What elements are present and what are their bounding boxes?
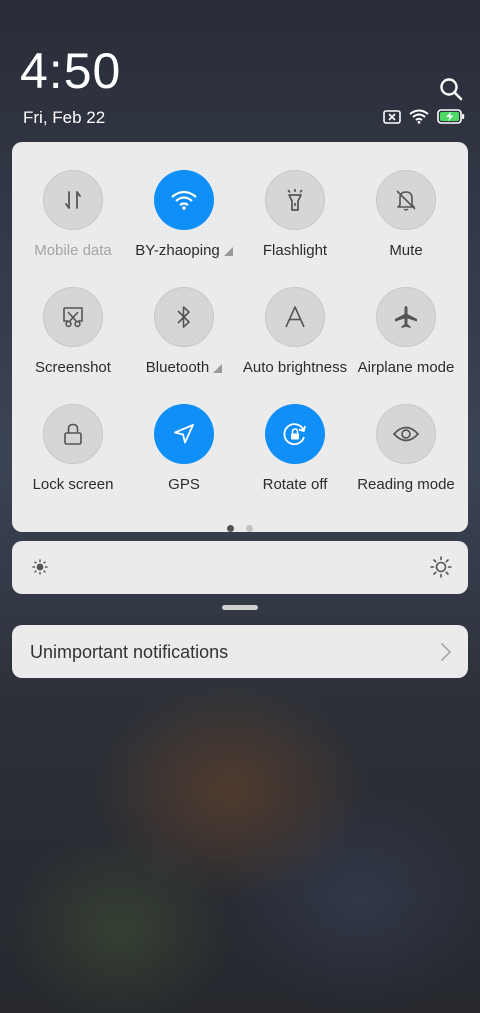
battery-charging-icon bbox=[437, 109, 465, 129]
wifi-status-icon bbox=[409, 109, 429, 129]
brightness-low-icon bbox=[32, 559, 48, 580]
tile-label: Screenshot bbox=[35, 359, 111, 376]
tile-label: Auto brightness bbox=[242, 359, 348, 376]
unimportant-notifications-label: Unimportant notifications bbox=[30, 642, 229, 662]
tile-label: Lock screen bbox=[32, 476, 114, 493]
unimportant-notifications-row[interactable]: Unimportant notifications bbox=[12, 625, 468, 678]
tile-label: Mute bbox=[389, 242, 423, 259]
clock-date: Fri, Feb 22 bbox=[23, 108, 106, 127]
lock-icon bbox=[43, 404, 103, 464]
quick-settings-panel: Mobile data BY-zhaoping Flashlight Mute … bbox=[12, 142, 468, 532]
brightness-high-icon bbox=[430, 556, 452, 583]
flashlight-icon bbox=[265, 170, 325, 230]
status-bar bbox=[383, 109, 465, 129]
expand-arrow-icon[interactable] bbox=[213, 364, 223, 373]
toggle-wifi[interactable]: BY-zhaoping bbox=[128, 170, 240, 259]
no-sim-icon bbox=[383, 109, 401, 129]
chevron-right-icon bbox=[440, 642, 452, 667]
toggle-airplane-mode[interactable]: Airplane mode bbox=[350, 287, 462, 376]
drag-handle[interactable] bbox=[222, 605, 258, 610]
clock-time: 4:50 bbox=[20, 43, 122, 99]
expand-arrow-icon[interactable] bbox=[223, 247, 233, 256]
tile-label: GPS bbox=[168, 476, 200, 493]
toggle-rotate[interactable]: Rotate off bbox=[239, 404, 351, 493]
airplane-icon bbox=[376, 287, 436, 347]
tile-label: Reading mode bbox=[357, 476, 455, 493]
tile-label: Airplane mode bbox=[357, 359, 455, 376]
tile-label: Bluetooth bbox=[145, 359, 210, 376]
tile-label: Mobile data bbox=[34, 242, 112, 259]
toggle-lock-screen[interactable]: Lock screen bbox=[17, 404, 129, 493]
rotation-lock-icon bbox=[265, 404, 325, 464]
toggle-auto-brightness[interactable]: Auto brightness bbox=[239, 287, 351, 376]
toggle-screenshot[interactable]: Screenshot bbox=[17, 287, 129, 376]
toggle-mobile-data[interactable]: Mobile data bbox=[17, 170, 129, 259]
wifi-icon bbox=[154, 170, 214, 230]
toggle-mute[interactable]: Mute bbox=[350, 170, 462, 259]
tile-label-wrap: BY-zhaoping bbox=[128, 242, 240, 259]
page-dot-active[interactable] bbox=[227, 525, 234, 532]
tile-label: Rotate off bbox=[262, 476, 328, 493]
toggle-gps[interactable]: GPS bbox=[128, 404, 240, 493]
auto-brightness-icon bbox=[265, 287, 325, 347]
brightness-slider[interactable] bbox=[12, 541, 468, 594]
bell-off-icon bbox=[376, 170, 436, 230]
mobile-data-icon bbox=[43, 170, 103, 230]
toggle-flashlight[interactable]: Flashlight bbox=[239, 170, 351, 259]
search-icon[interactable] bbox=[438, 76, 464, 102]
toggle-bluetooth[interactable]: Bluetooth bbox=[128, 287, 240, 376]
tile-label: BY-zhaoping bbox=[135, 242, 220, 259]
screenshot-icon bbox=[43, 287, 103, 347]
eye-icon bbox=[376, 404, 436, 464]
toggle-reading-mode[interactable]: Reading mode bbox=[350, 404, 462, 493]
tile-label-wrap: Bluetooth bbox=[128, 359, 240, 376]
bluetooth-icon bbox=[154, 287, 214, 347]
gps-icon bbox=[154, 404, 214, 464]
page-indicator bbox=[12, 519, 468, 537]
tile-label: Flashlight bbox=[262, 242, 328, 259]
page-dot[interactable] bbox=[246, 525, 253, 532]
